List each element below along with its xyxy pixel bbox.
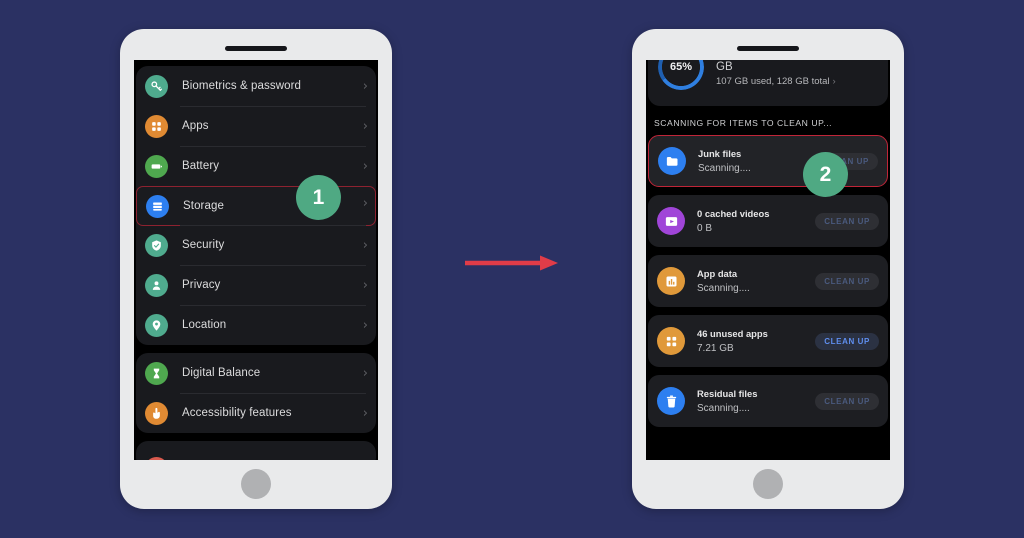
apps-grid-icon (145, 114, 168, 138)
partial-red-icon (145, 456, 168, 460)
sidebar-item-label: Storage (183, 200, 224, 212)
cleanup-item-unused-apps[interactable]: 46 unused apps 7.21 GB CLEAN UP (648, 315, 888, 367)
settings-group-2: Digital Balance › Accessibility features… (136, 353, 376, 433)
cleanup-item-app-data[interactable]: App data Scanning.... CLEAN UP (648, 255, 888, 307)
cleanup-item-subtitle: Scanning.... (697, 282, 750, 294)
cleanup-item-subtitle: Scanning.... (698, 162, 751, 174)
storage-summary-card[interactable]: 65% GB 107 GB used, 128 GB total › (648, 60, 888, 106)
step-badge-1: 1 (296, 175, 341, 220)
sidebar-item-accessibility[interactable]: Accessibility features › (136, 393, 376, 433)
sidebar-item-battery[interactable]: Battery › (136, 146, 376, 186)
folder-icon (658, 147, 686, 175)
video-thumbnail-icon (657, 207, 685, 235)
apps-grid-icon (657, 327, 685, 355)
key-icon (145, 74, 168, 98)
storage-usage-donut: 65% (658, 60, 704, 90)
clean-up-button[interactable]: CLEAN UP (815, 392, 879, 410)
clean-up-button[interactable]: CLEAN UP (815, 212, 879, 230)
sidebar-item-partial[interactable] (136, 441, 376, 460)
sidebar-item-label: Digital Balance (182, 367, 261, 379)
cleanup-item-title: 46 unused apps (697, 327, 768, 339)
sidebar-item-location[interactable]: Location › (136, 305, 376, 345)
person-lock-icon (145, 273, 168, 297)
clean-up-button[interactable]: CLEAN UP (815, 332, 879, 350)
step-badge-2: 2 (803, 152, 848, 197)
sidebar-item-label: Battery (182, 160, 220, 172)
sidebar-item-label: Biometrics & password (182, 80, 302, 92)
storage-icon (146, 194, 169, 218)
home-button[interactable] (241, 469, 271, 499)
settings-group-3-partial (136, 441, 376, 460)
cleanup-item-subtitle: Scanning.... (697, 402, 750, 414)
cleanup-item-subtitle: 7.21 GB (697, 342, 734, 354)
sidebar-item-digital-balance[interactable]: Digital Balance › (136, 353, 376, 393)
sidebar-item-label: Apps (182, 120, 209, 132)
location-pin-icon (145, 313, 168, 337)
cleanup-item-junk-files[interactable]: Junk files Scanning.... CLEAN UP (648, 135, 888, 187)
phone-speaker-grille (225, 46, 287, 51)
storage-cleanup-screen: 65% GB 107 GB used, 128 GB total › SCANNI… (646, 60, 890, 460)
chart-bars-icon (657, 267, 685, 295)
phone-mockup-left: Biometrics & password › Apps › Battery › (120, 29, 392, 509)
chevron-right-icon: › (362, 317, 368, 333)
trash-icon (657, 387, 685, 415)
sidebar-item-biometrics[interactable]: Biometrics & password › (136, 66, 376, 106)
hand-touch-icon (145, 401, 168, 425)
chevron-right-icon: › (362, 277, 368, 293)
cleanup-item-subtitle: 0 B (697, 222, 713, 234)
phone-mockup-right: 65% GB 107 GB used, 128 GB total › SCANNI… (632, 29, 904, 509)
cleanup-item-title: Residual files (697, 387, 758, 399)
settings-group-1: Biometrics & password › Apps › Battery › (136, 66, 376, 345)
shield-check-icon (145, 233, 168, 257)
sidebar-item-privacy[interactable]: Privacy › (136, 265, 376, 305)
sidebar-item-security[interactable]: Security › (136, 225, 376, 265)
cleanup-item-residual-files[interactable]: Residual files Scanning.... CLEAN UP (648, 375, 888, 427)
sidebar-item-label: Accessibility features (182, 407, 292, 419)
sidebar-item-apps[interactable]: Apps › (136, 106, 376, 146)
chevron-right-icon: › (362, 405, 368, 421)
cleanup-item-title: App data (697, 267, 738, 279)
storage-percent-label: 65% (669, 61, 693, 73)
cleanup-item-title: 0 cached videos (697, 207, 770, 219)
storage-detail-text: 107 GB used, 128 GB total (716, 76, 830, 87)
chevron-right-icon: › (362, 365, 368, 381)
hourglass-icon (145, 361, 168, 385)
phone-speaker-grille (737, 46, 799, 51)
chevron-right-icon: › (362, 78, 368, 94)
storage-unit-label: GB (716, 61, 733, 73)
chevron-right-icon: › (362, 118, 368, 134)
settings-screen: Biometrics & password › Apps › Battery › (134, 60, 378, 460)
section-title-scanning: SCANNING FOR ITEMS TO CLEAN UP... (654, 118, 833, 128)
clean-up-button[interactable]: CLEAN UP (815, 272, 879, 290)
sidebar-item-label: Location (182, 319, 227, 331)
sidebar-item-label: Privacy (182, 279, 221, 291)
chevron-right-icon: › (362, 237, 368, 253)
chevron-right-icon: › (362, 196, 368, 211)
chevron-right-icon: › (362, 158, 368, 174)
sidebar-item-label: Security (182, 239, 225, 251)
storage-detail-label: 107 GB used, 128 GB total › (716, 74, 836, 90)
cleanup-item-title: Junk files (698, 147, 742, 159)
chevron-right-icon: › (832, 76, 836, 87)
battery-icon (145, 154, 168, 178)
step-flow-arrow (465, 255, 558, 271)
home-button[interactable] (753, 469, 783, 499)
cleanup-item-cached-videos[interactable]: 0 cached videos 0 B CLEAN UP (648, 195, 888, 247)
